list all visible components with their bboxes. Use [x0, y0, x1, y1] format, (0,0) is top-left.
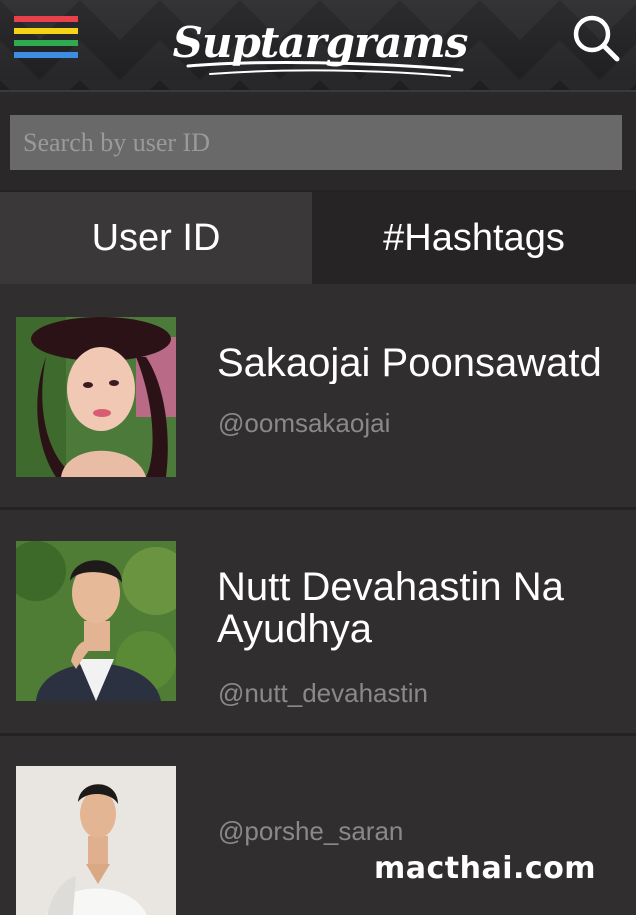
user-handle: @oomsakaojai	[218, 408, 391, 438]
avatar	[16, 541, 176, 701]
list-item[interactable]: Nutt Devahastin Na Ayudhya @nutt_devahas…	[0, 510, 636, 736]
user-full-name: Sakaojai Poonsawatd	[217, 342, 602, 384]
hamburger-menu-button[interactable]	[14, 14, 78, 64]
menu-bar-blue	[14, 52, 78, 58]
tab-user-id[interactable]: User ID	[0, 192, 312, 284]
avatar	[16, 317, 176, 477]
top-bar: Suptargrams	[0, 0, 636, 92]
search-mode-tabs: User ID #Hashtags	[0, 190, 636, 284]
menu-bar-green	[14, 40, 78, 46]
menu-bar-yellow	[14, 28, 78, 34]
user-photo	[16, 317, 176, 477]
menu-bar-red	[14, 16, 78, 22]
search-input[interactable]	[10, 115, 622, 170]
list-item[interactable]: Sakaojai Poonsawatd @oomsakaojai	[0, 286, 636, 510]
user-photo	[16, 541, 176, 701]
tab-hashtags[interactable]: #Hashtags	[312, 192, 636, 284]
search-button[interactable]	[570, 12, 622, 64]
app-logo-text: Suptargrams	[172, 18, 469, 67]
app-logo: Suptargrams	[170, 4, 470, 84]
search-area	[0, 92, 636, 190]
user-handle: @nutt_devahastin	[218, 678, 428, 708]
avatar	[16, 766, 176, 915]
list-item[interactable]: @porshe_saran	[0, 736, 636, 915]
app-screen: Suptargrams User ID #Hashtags	[0, 0, 636, 915]
search-icon	[573, 15, 620, 62]
watermark-text: macthai.com	[374, 851, 597, 886]
user-photo	[16, 766, 176, 915]
user-full-name: Nutt Devahastin Na Ayudhya	[217, 565, 564, 651]
user-handle: @porshe_saran	[218, 816, 404, 846]
